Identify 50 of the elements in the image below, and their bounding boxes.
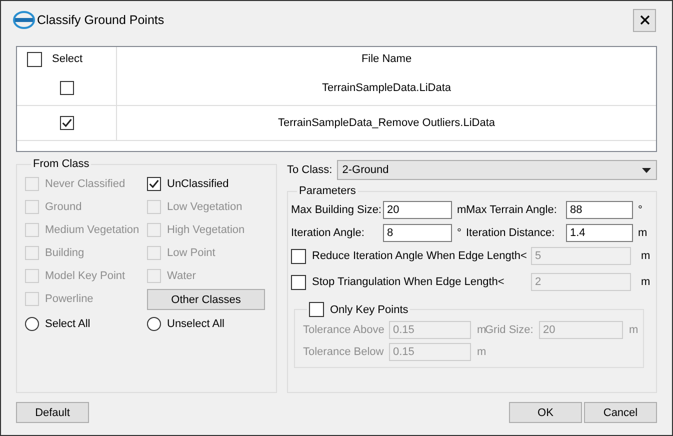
option-checkbox[interactable]: Stop Triangulation When Edge Length<: [291, 270, 531, 294]
unit-label: m: [640, 250, 650, 262]
unit-label: m: [476, 324, 485, 336]
table-cell: TerrainSampleData.LiData: [322, 82, 451, 94]
field-label: Max Building Size:: [291, 204, 382, 216]
checkbox[interactable]: [147, 176, 161, 190]
dropdown-arrow-icon: [642, 168, 651, 172]
input-field[interactable]: 88: [566, 201, 633, 219]
unit-label: m: [640, 276, 650, 288]
unit-label: m: [637, 227, 647, 239]
other-classes-button[interactable]: Other Classes: [147, 289, 265, 310]
column-header: Select: [52, 53, 83, 65]
input-field[interactable]: 1.4: [566, 224, 633, 242]
checkbox[interactable]: [60, 81, 74, 95]
unit-label: °: [637, 204, 644, 216]
logo-icon: [13, 11, 35, 29]
field-label: Tolerance Below: [303, 346, 385, 358]
window-title: Classify Ground Points: [37, 13, 166, 27]
input-field[interactable]: 20: [383, 201, 452, 219]
checkbox[interactable]: [291, 274, 306, 290]
checkbox[interactable]: [27, 52, 42, 66]
class-dropdown[interactable]: 2-Ground: [337, 160, 657, 180]
unit-label: °: [456, 227, 462, 239]
group-title: From Class: [32, 158, 90, 170]
unit-label: m: [456, 204, 466, 216]
group-title: Parameters: [298, 185, 357, 197]
field-label: To Class:: [287, 164, 332, 176]
class-checkbox[interactable]: UnClassified: [147, 172, 265, 195]
radio-option[interactable]: Unselect All: [147, 312, 265, 335]
table-cell: TerrainSampleData_Remove Outliers.LiData: [278, 117, 496, 129]
close-button[interactable]: [633, 8, 656, 32]
ok-button[interactable]: OK: [509, 402, 582, 423]
radio-button[interactable]: [147, 316, 161, 330]
input-field[interactable]: 8: [383, 224, 452, 242]
checkbox[interactable]: [60, 116, 74, 130]
radio-button[interactable]: [25, 316, 39, 330]
unit-label: m: [628, 324, 637, 336]
checkbox[interactable]: [291, 248, 306, 264]
field-label: Max Terrain Angle:: [466, 204, 558, 216]
column-header: File Name: [361, 53, 412, 65]
field-label: Tolerance Above: [303, 324, 386, 336]
option-checkbox[interactable]: Reduce Iteration Angle When Edge Length<: [291, 244, 531, 268]
cancel-button[interactable]: Cancel: [584, 402, 657, 423]
default-button[interactable]: Default: [16, 402, 89, 423]
unit-label: m: [476, 346, 485, 358]
field-label: Grid Size:: [485, 324, 534, 336]
radio-option[interactable]: Select All: [25, 312, 147, 335]
close-icon: [640, 15, 650, 25]
field-label: Iteration Distance:: [466, 227, 556, 239]
field-label: Iteration Angle:: [291, 227, 366, 239]
